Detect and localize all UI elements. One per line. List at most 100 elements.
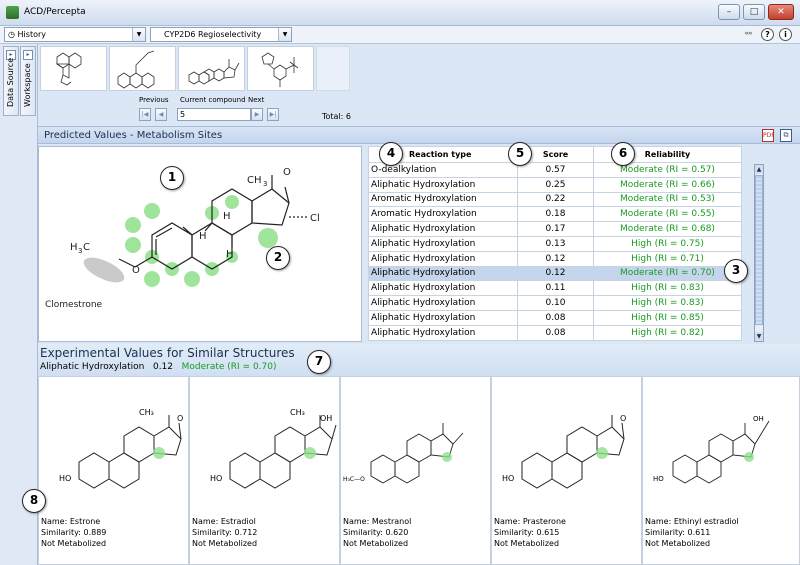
chloro-label: Cl	[310, 213, 320, 224]
table-row[interactable]: Aliphatic Hydroxylation 0.12 High (RI = 0.…	[368, 250, 742, 267]
similar-compound-card[interactable]: HO CH₃ O Name: Estrone Similarity: 0.889 N…	[38, 376, 189, 565]
experimental-header: Experimental Values for Similar Structur…	[38, 344, 800, 376]
svg-text:CH₃: CH₃	[290, 408, 305, 417]
methoxy-subscript: 3	[78, 247, 82, 255]
compound-status: Not Metabolized	[192, 539, 258, 548]
table-row[interactable]: Aliphatic Hydroxylation 0.10 High (RI = 0.…	[368, 295, 742, 311]
ch3-label: CH	[247, 175, 262, 186]
compound-similarity: Similarity: 0.712	[192, 528, 258, 537]
reliability-cell: Moderate (RI = 0.55)	[593, 206, 742, 223]
methoxy-label: H	[70, 242, 78, 253]
compound-navigation: Previous Current compound Next |◀ ◀ 5 ▶ …	[135, 96, 315, 124]
reliability-cell: High (RI = 0.83)	[593, 280, 742, 297]
card-info: Name: Estrone Similarity: 0.889 Not Meta…	[41, 516, 106, 549]
chevron-down-icon[interactable]: ▼	[278, 28, 291, 41]
score-cell: 0.17	[517, 221, 594, 237]
compound-thumbnail[interactable]	[178, 46, 245, 91]
scroll-down-icon[interactable]: ▼	[755, 332, 763, 341]
callout-4: 4	[379, 142, 403, 166]
reaction-cell: Aliphatic Hydroxylation	[368, 265, 518, 282]
callout-2: 2	[266, 246, 290, 270]
predicted-title: Predicted Values - Metabolism Sites	[44, 130, 223, 141]
svg-text:HO: HO	[653, 475, 664, 483]
similar-compound-card[interactable]: HO OH Name: Ethinyl estradiol Similarity:…	[642, 376, 800, 565]
molecule-structure: CH 3 O Cl H H H H 3 C O Clomestrone	[45, 167, 320, 310]
score-cell: 0.11	[517, 280, 594, 297]
maximize-button[interactable]: □	[743, 4, 765, 20]
similar-compound-card[interactable]: HO CH₃ OH Name: Estradiol Similarity: 0.71…	[189, 376, 340, 565]
total-count: Total: 6	[322, 112, 352, 121]
score-cell: 0.25	[517, 176, 594, 193]
ch3-subscript: 3	[263, 180, 267, 188]
copy-icon[interactable]: ⧉	[780, 129, 792, 142]
last-button[interactable]: ▶|	[267, 108, 279, 121]
table-row[interactable]: Aliphatic Hydroxylation 0.08 High (RI = 0.…	[368, 309, 742, 326]
chevron-down-icon[interactable]: ▼	[132, 28, 145, 41]
module-combo[interactable]: CYP2D6 Regioselectivity ▼	[150, 27, 292, 42]
table-row[interactable]: Aromatic Hydroxylation 0.18 Moderate (RI =…	[368, 206, 742, 223]
tab-workspace-label: Workspace	[23, 63, 32, 107]
scroll-up-icon[interactable]: ▲	[755, 165, 763, 174]
reaction-cell: Aliphatic Hydroxylation	[368, 250, 518, 267]
side-tab-bar: ▸ Data Source ▸ Workspace	[0, 44, 38, 565]
compound-thumbnail[interactable]	[247, 46, 314, 91]
reactions-table-panel: Reaction type Score Reliability O-dealky…	[366, 146, 766, 342]
svg-text:H₃C—O: H₃C—O	[343, 476, 365, 483]
compound-thumbnail[interactable]	[109, 46, 176, 91]
next-button[interactable]: ▶	[251, 108, 263, 121]
table-row[interactable]: Aliphatic Hydroxylation 0.13 High (RI = 0.…	[368, 235, 742, 252]
compound-thumbnail-empty	[316, 46, 350, 91]
score-cell: 0.12	[517, 250, 594, 267]
h-label: H	[199, 231, 207, 242]
reaction-cell: Aliphatic Hydroxylation	[368, 295, 518, 311]
similar-compound-card[interactable]: H₃C—O Name: Mestranol Similarity: 0.620 …	[340, 376, 491, 565]
pdf-export-icon[interactable]: PDF	[762, 129, 775, 142]
compound-similarity: Similarity: 0.611	[645, 528, 711, 537]
table-row[interactable]: Aliphatic Hydroxylation 0.11 High (RI = 0.…	[368, 280, 742, 297]
first-button[interactable]: |◀	[139, 108, 151, 121]
reliability-cell: High (RI = 0.83)	[593, 295, 742, 311]
table-scrollbar[interactable]: ▲ ▼	[754, 164, 764, 342]
score-cell: 0.57	[517, 162, 594, 178]
compound-thumbnail[interactable]	[40, 46, 107, 91]
reactions-table: Reaction type Score Reliability O-dealky…	[368, 146, 742, 341]
card-info: Name: Prasterone Similarity: 0.615 Not M…	[494, 516, 566, 549]
score-cell: 0.13	[517, 235, 594, 252]
callout-1: 1	[160, 166, 184, 190]
reaction-cell: Aliphatic Hydroxylation	[368, 221, 518, 237]
reliability-cell: High (RI = 0.82)	[593, 324, 742, 341]
experimental-summary: Aliphatic Hydroxylation 0.12 Moderate (R…	[40, 362, 277, 372]
app-icon	[6, 6, 19, 19]
table-row[interactable]: O-dealkylation 0.57 Moderate (RI = 0.57)	[368, 162, 742, 178]
reaction-cell: Aromatic Hydroxylation	[368, 191, 518, 208]
table-row[interactable]: Aliphatic Hydroxylation 0.25 Moderate (RI …	[368, 176, 742, 193]
card-info: Name: Estradiol Similarity: 0.712 Not Me…	[192, 516, 257, 549]
table-row[interactable]: Aromatic Hydroxylation 0.22 Moderate (RI =…	[368, 191, 742, 208]
table-row[interactable]: Aliphatic Hydroxylation 0.17 Moderate (RI …	[368, 221, 742, 237]
minimize-button[interactable]: –	[718, 4, 740, 20]
info-icon[interactable]: i	[779, 28, 792, 41]
similar-compound-card[interactable]: HO O Name: Prasterone Similarity: 0.615 N…	[491, 376, 642, 565]
table-row[interactable]: Aliphatic Hydroxylation 0.12 Moderate (RI …	[368, 265, 742, 282]
share-icon[interactable]: ⚯	[742, 28, 755, 41]
reliability-cell: High (RI = 0.85)	[593, 309, 742, 326]
compound-name: Name: Prasterone	[494, 517, 566, 526]
ketone-label: O	[283, 167, 291, 178]
svg-text:HO: HO	[210, 474, 222, 483]
reliability-cell: Moderate (RI = 0.53)	[593, 191, 742, 208]
scroll-thumb[interactable]	[755, 175, 763, 325]
reaction-cell: Aliphatic Hydroxylation	[368, 309, 518, 326]
tab-workspace[interactable]: ▸ Workspace	[20, 46, 36, 116]
help-icon[interactable]: ?	[761, 28, 774, 41]
predicted-header: Predicted Values - Metabolism Sites PDF …	[38, 126, 800, 144]
table-row[interactable]: Aliphatic Hydroxylation 0.08 High (RI = 0.…	[368, 324, 742, 341]
oxygen-label: O	[132, 265, 140, 276]
close-button[interactable]: ✕	[768, 4, 794, 20]
compound-similarity: Similarity: 0.889	[41, 528, 107, 537]
reliability-cell: Moderate (RI = 0.57)	[593, 162, 742, 178]
previous-button[interactable]: ◀	[155, 108, 167, 121]
tab-data-source[interactable]: ▸ Data Source	[3, 46, 19, 116]
current-compound-input[interactable]: 5	[177, 108, 251, 121]
reliability-cell: Moderate (RI = 0.68)	[593, 221, 742, 237]
svg-text:HO: HO	[59, 474, 71, 483]
